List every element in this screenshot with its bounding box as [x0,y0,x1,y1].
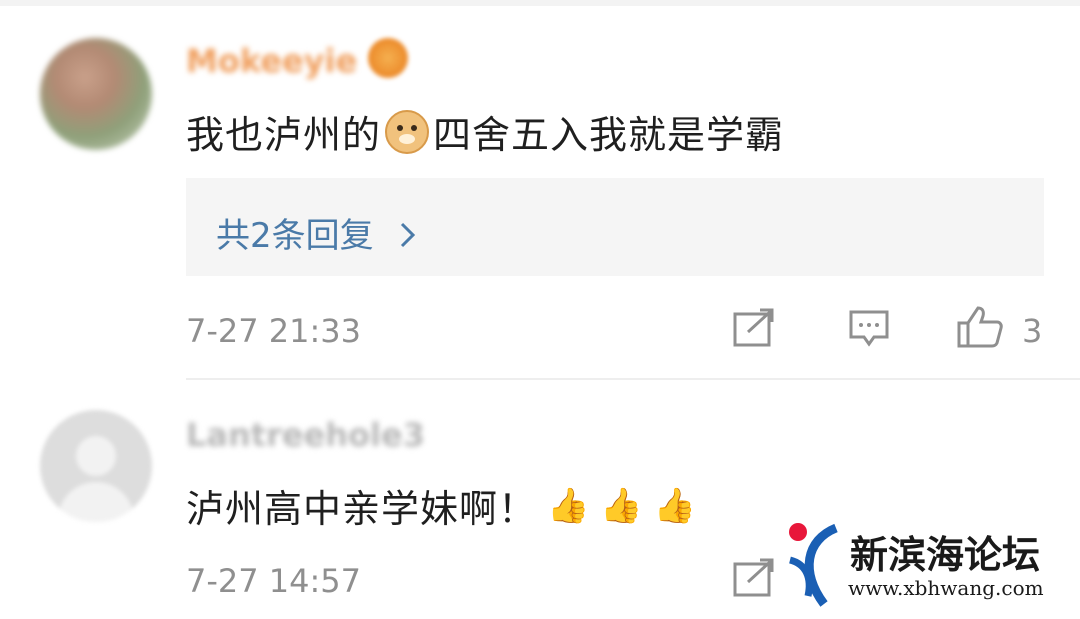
chevron-right-icon [401,222,416,248]
thumbs-up-emoji-icon: 👍 [547,485,591,526]
doge-emoji-icon [385,109,430,154]
watermark-logo: 新滨海论坛 www.xbhwang.com [784,518,1080,618]
comment-time: 7-27 21:33 [186,312,362,350]
replies-box[interactable]: 共2条回复 [186,178,1044,276]
vip-badge-icon [368,38,408,78]
watermark-title: 新滨海论坛 [850,532,1041,577]
comment-text: 泸州高中亲学妹啊！ 👍 👍 👍 [186,478,697,533]
view-replies-link[interactable]: 共2条回复 [216,208,418,257]
thumbs-up-emoji-icon: 👍 [653,485,698,526]
share-edit-icon[interactable] [732,308,776,348]
comment-divider [186,378,1080,380]
username[interactable]: Lantreehole3 [186,416,425,454]
thumbs-up-emoji-icon: 👍 [600,485,644,526]
comment-text-part: 我也泸州的 [186,113,382,157]
site-logo-icon [788,523,838,607]
like-count: 3 [1022,312,1043,350]
watermark-url: www.xbhwang.com [848,576,1044,600]
thumbs-up-icon[interactable] [956,305,1004,349]
comment-text-part: 四舍五入我就是学霸 [433,113,785,157]
comment-time: 7-27 14:57 [186,562,362,600]
top-divider [0,0,1080,6]
comment-text-part: 泸州高中亲学妹啊！ [186,487,538,531]
comment-bubble-icon[interactable] [848,309,890,349]
username[interactable]: Mokeeyie [186,42,357,80]
replies-label: 共2条回复 [216,216,374,256]
avatar[interactable] [40,38,152,150]
avatar[interactable] [40,410,152,522]
comment-text: 我也泸州的 四舍五入我就是学霸 [186,104,784,159]
share-edit-icon[interactable] [732,558,776,598]
